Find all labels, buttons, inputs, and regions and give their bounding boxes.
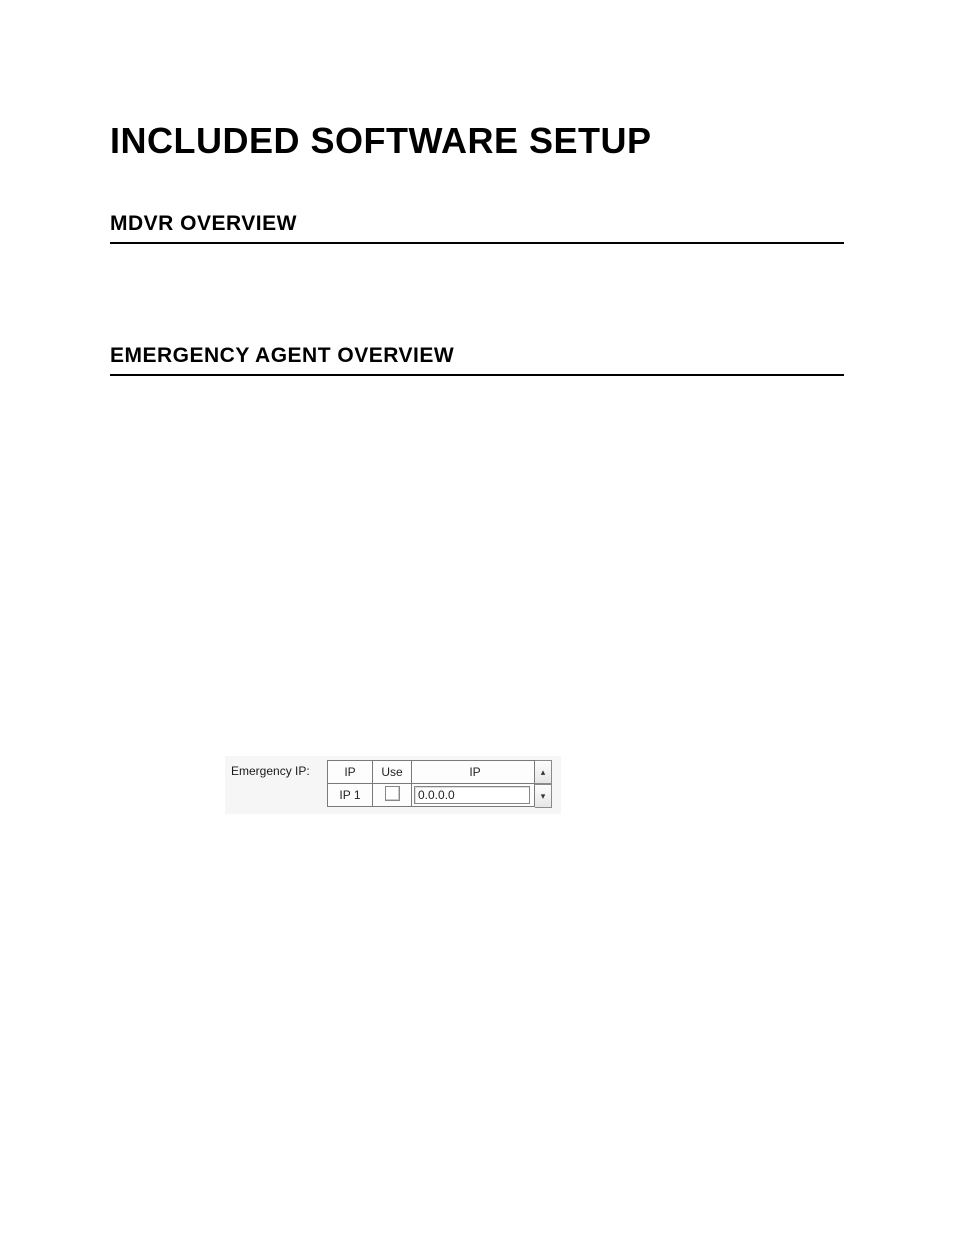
table-row: IP 1 0.0.0.0: [327, 784, 535, 807]
column-header-ip-value: IP: [412, 760, 535, 784]
row-use-cell: [373, 784, 412, 807]
scroll-up-button[interactable]: ▴: [535, 761, 551, 784]
emergency-ip-label: Emergency IP:: [231, 760, 327, 778]
row-ip-label: IP 1: [327, 784, 373, 807]
scrollbar[interactable]: ▴ ▾: [535, 760, 552, 808]
divider: [110, 242, 844, 244]
section-heading-emergency: EMERGENCY AGENT OVERVIEW: [110, 344, 844, 368]
emergency-ip-panel: Emergency IP: IP Use IP IP 1 0.0.0: [225, 756, 561, 814]
column-header-use: Use: [373, 760, 412, 784]
row-ip-value-cell: 0.0.0.0: [412, 784, 535, 807]
divider: [110, 374, 844, 376]
scroll-down-button[interactable]: ▾: [535, 784, 551, 807]
page-title: INCLUDED SOFTWARE SETUP: [110, 120, 844, 162]
column-header-ip: IP: [327, 760, 373, 784]
ip-input[interactable]: 0.0.0.0: [414, 786, 530, 804]
emergency-ip-grid: IP Use IP IP 1 0.0.0.0: [327, 760, 535, 808]
section-heading-mdvr: MDVR OVERVIEW: [110, 212, 844, 236]
use-checkbox[interactable]: [385, 786, 400, 801]
